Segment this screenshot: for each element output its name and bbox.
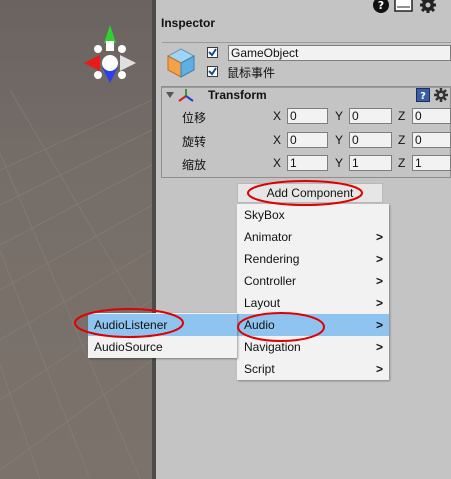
menu-item-navigation[interactable]: Navigation > [237,336,389,358]
component-menu: SkyBox Animator > Rendering > Controller… [237,204,389,380]
transform-help-icon[interactable]: ? [416,88,430,102]
rotation-y-label[interactable]: Y [335,133,343,147]
submenu-item-audiolistener[interactable]: AudioListener [88,314,237,336]
inspector-toolbar: ? [372,0,438,14]
scale-z-input[interactable]: 1 [412,155,451,171]
svg-text:?: ? [378,0,384,12]
add-component-button[interactable]: Add Component [237,183,383,203]
gear-icon[interactable] [418,0,438,14]
scale-x-label[interactable]: X [273,156,281,170]
submenu-arrow-icon: > [375,274,383,288]
help-icon[interactable]: ? [372,0,390,14]
menu-item-audio[interactable]: Audio > [237,314,389,336]
menu-item-rendering[interactable]: Rendering > [237,248,389,270]
transform-gear-icon[interactable] [433,87,449,103]
menu-item-animator[interactable]: Animator > [237,226,389,248]
submenu-arrow-icon: > [375,296,383,310]
menu-item-controller[interactable]: Controller > [237,270,389,292]
preset-icon[interactable] [394,0,414,14]
transform-title: Transform [208,88,267,102]
active-checkbox[interactable] [207,47,218,58]
collapse-triangle-icon[interactable] [166,91,174,99]
mouse-event-label: 鼠标事件 [227,66,276,80]
audio-submenu: AudioListener AudioSource [88,313,237,358]
scale-label: 缩放 [182,158,207,172]
axis-gizmo-icon[interactable] [80,25,146,85]
submenu-arrow-icon: > [375,230,383,244]
scale-z-label[interactable]: Z [398,156,405,170]
menu-item-layout[interactable]: Layout > [237,292,389,314]
rotation-z-label[interactable]: Z [398,133,405,147]
scale-x-input[interactable]: 1 [287,155,328,171]
object-name-input[interactable]: GameObject [228,45,451,61]
rotation-y-input[interactable]: 0 [349,132,392,148]
rotation-z-input[interactable]: 0 [412,132,451,148]
position-z-label[interactable]: Z [398,109,405,123]
position-x-input[interactable]: 0 [287,108,328,124]
position-x-label[interactable]: X [273,109,281,123]
position-label: 位移 [182,111,207,125]
submenu-item-audiosource[interactable]: AudioSource [88,336,237,358]
position-y-input[interactable]: 0 [349,108,392,124]
transform-axes-icon [178,89,194,102]
position-y-label[interactable]: Y [335,109,343,123]
menu-item-skybox[interactable]: SkyBox [237,204,389,226]
scene-view[interactable] [0,0,152,479]
gameobject-cube-icon [166,48,196,78]
submenu-arrow-icon: > [375,318,383,332]
inspector-title: Inspector [161,16,216,30]
submenu-arrow-icon: > [375,340,383,354]
rotation-x-label[interactable]: X [273,133,281,147]
scale-y-input[interactable]: 1 [349,155,392,171]
scale-y-label[interactable]: Y [335,156,343,170]
submenu-arrow-icon: > [375,252,383,266]
position-z-input[interactable]: 0 [412,108,451,124]
menu-item-script[interactable]: Script > [237,358,389,380]
rotation-x-input[interactable]: 0 [287,132,328,148]
rotation-label: 旋转 [182,135,207,149]
mouse-event-checkbox[interactable] [207,66,218,77]
svg-text:?: ? [420,91,426,102]
submenu-arrow-icon: > [375,362,383,376]
